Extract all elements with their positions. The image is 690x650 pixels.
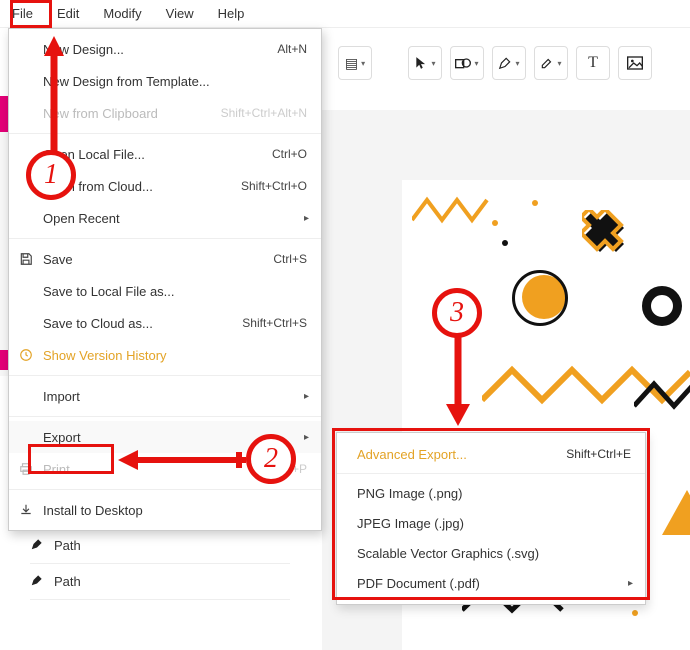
menu-import[interactable]: Import ▸ <box>9 380 321 412</box>
pen-icon <box>30 537 54 554</box>
menu-help[interactable]: Help <box>206 2 257 25</box>
print-icon <box>19 462 43 476</box>
layer-row-path-1[interactable]: Path <box>30 528 290 564</box>
menu-open-cloud[interactable]: Open from Cloud... Shift+Ctrl+O <box>9 170 321 202</box>
toolbar-shapes[interactable]: ▾ <box>450 46 484 80</box>
menu-view[interactable]: View <box>154 2 206 25</box>
menu-modify[interactable]: Modify <box>91 2 153 25</box>
submenu-arrow-icon: ▸ <box>628 578 633 589</box>
menubar: File Edit Modify View Help <box>0 0 690 28</box>
submenu-arrow-icon: ▸ <box>304 432 309 443</box>
toolbar-zoom-dropdown[interactable]: ▤▾ <box>338 46 372 80</box>
pen-icon <box>30 573 54 590</box>
menu-save-cloud-as[interactable]: Save to Cloud as... Shift+Ctrl+S <box>9 307 321 339</box>
menu-separator <box>337 473 645 474</box>
document-toolbar: ▤▾ ▾ ▾ ▾ ▾ T <box>330 42 690 84</box>
pink-accent-1 <box>0 96 8 132</box>
layer-label: Path <box>54 538 81 553</box>
toolbar-pen[interactable]: ▾ <box>492 46 526 80</box>
menu-separator <box>9 489 321 490</box>
submenu-jpeg[interactable]: JPEG Image (.jpg) <box>337 508 645 538</box>
pink-accent-2 <box>0 350 8 370</box>
menu-open-recent[interactable]: Open Recent ▸ <box>9 202 321 234</box>
menu-print: Print... Ctrl+P <box>9 453 321 485</box>
submenu-png[interactable]: PNG Image (.png) <box>337 478 645 508</box>
toolbar-image[interactable] <box>618 46 652 80</box>
layer-row-path-2[interactable]: Path <box>30 564 290 600</box>
left-panel-strip <box>0 96 8 376</box>
submenu-arrow-icon: ▸ <box>304 213 309 224</box>
menu-separator <box>9 133 321 134</box>
menu-separator <box>9 416 321 417</box>
menu-edit[interactable]: Edit <box>45 2 91 25</box>
menu-export[interactable]: Export ▸ <box>9 421 321 453</box>
menu-version-history[interactable]: Show Version History <box>9 339 321 371</box>
layer-list: Path Path <box>30 528 290 600</box>
history-icon <box>19 348 43 362</box>
menu-separator <box>9 238 321 239</box>
menu-save-local-as[interactable]: Save to Local File as... <box>9 275 321 307</box>
submenu-pdf[interactable]: PDF Document (.pdf) ▸ <box>337 568 645 598</box>
toolbar-cursor[interactable]: ▾ <box>408 46 442 80</box>
export-submenu: Advanced Export... Shift+Ctrl+E PNG Imag… <box>336 432 646 605</box>
menu-new-design[interactable]: New Design... Alt+N <box>9 33 321 65</box>
submenu-arrow-icon: ▸ <box>304 391 309 402</box>
toolbar-text[interactable]: T <box>576 46 610 80</box>
submenu-advanced-export[interactable]: Advanced Export... Shift+Ctrl+E <box>337 439 645 469</box>
submenu-svg[interactable]: Scalable Vector Graphics (.svg) <box>337 538 645 568</box>
menu-install-desktop[interactable]: Install to Desktop <box>9 494 321 526</box>
menu-file[interactable]: File <box>0 2 45 25</box>
menu-open-local[interactable]: Open Local File... Ctrl+O <box>9 138 321 170</box>
menu-new-from-clipboard: New from Clipboard Shift+Ctrl+Alt+N <box>9 97 321 129</box>
menu-new-from-template[interactable]: New Design from Template... <box>9 65 321 97</box>
menu-save[interactable]: Save Ctrl+S <box>9 243 321 275</box>
menu-separator <box>9 375 321 376</box>
layer-label: Path <box>54 574 81 589</box>
toolbar-eyedropper[interactable]: ▾ <box>534 46 568 80</box>
save-icon <box>19 252 43 266</box>
install-icon <box>19 503 43 517</box>
file-dropdown: New Design... Alt+N New Design from Temp… <box>8 28 322 531</box>
